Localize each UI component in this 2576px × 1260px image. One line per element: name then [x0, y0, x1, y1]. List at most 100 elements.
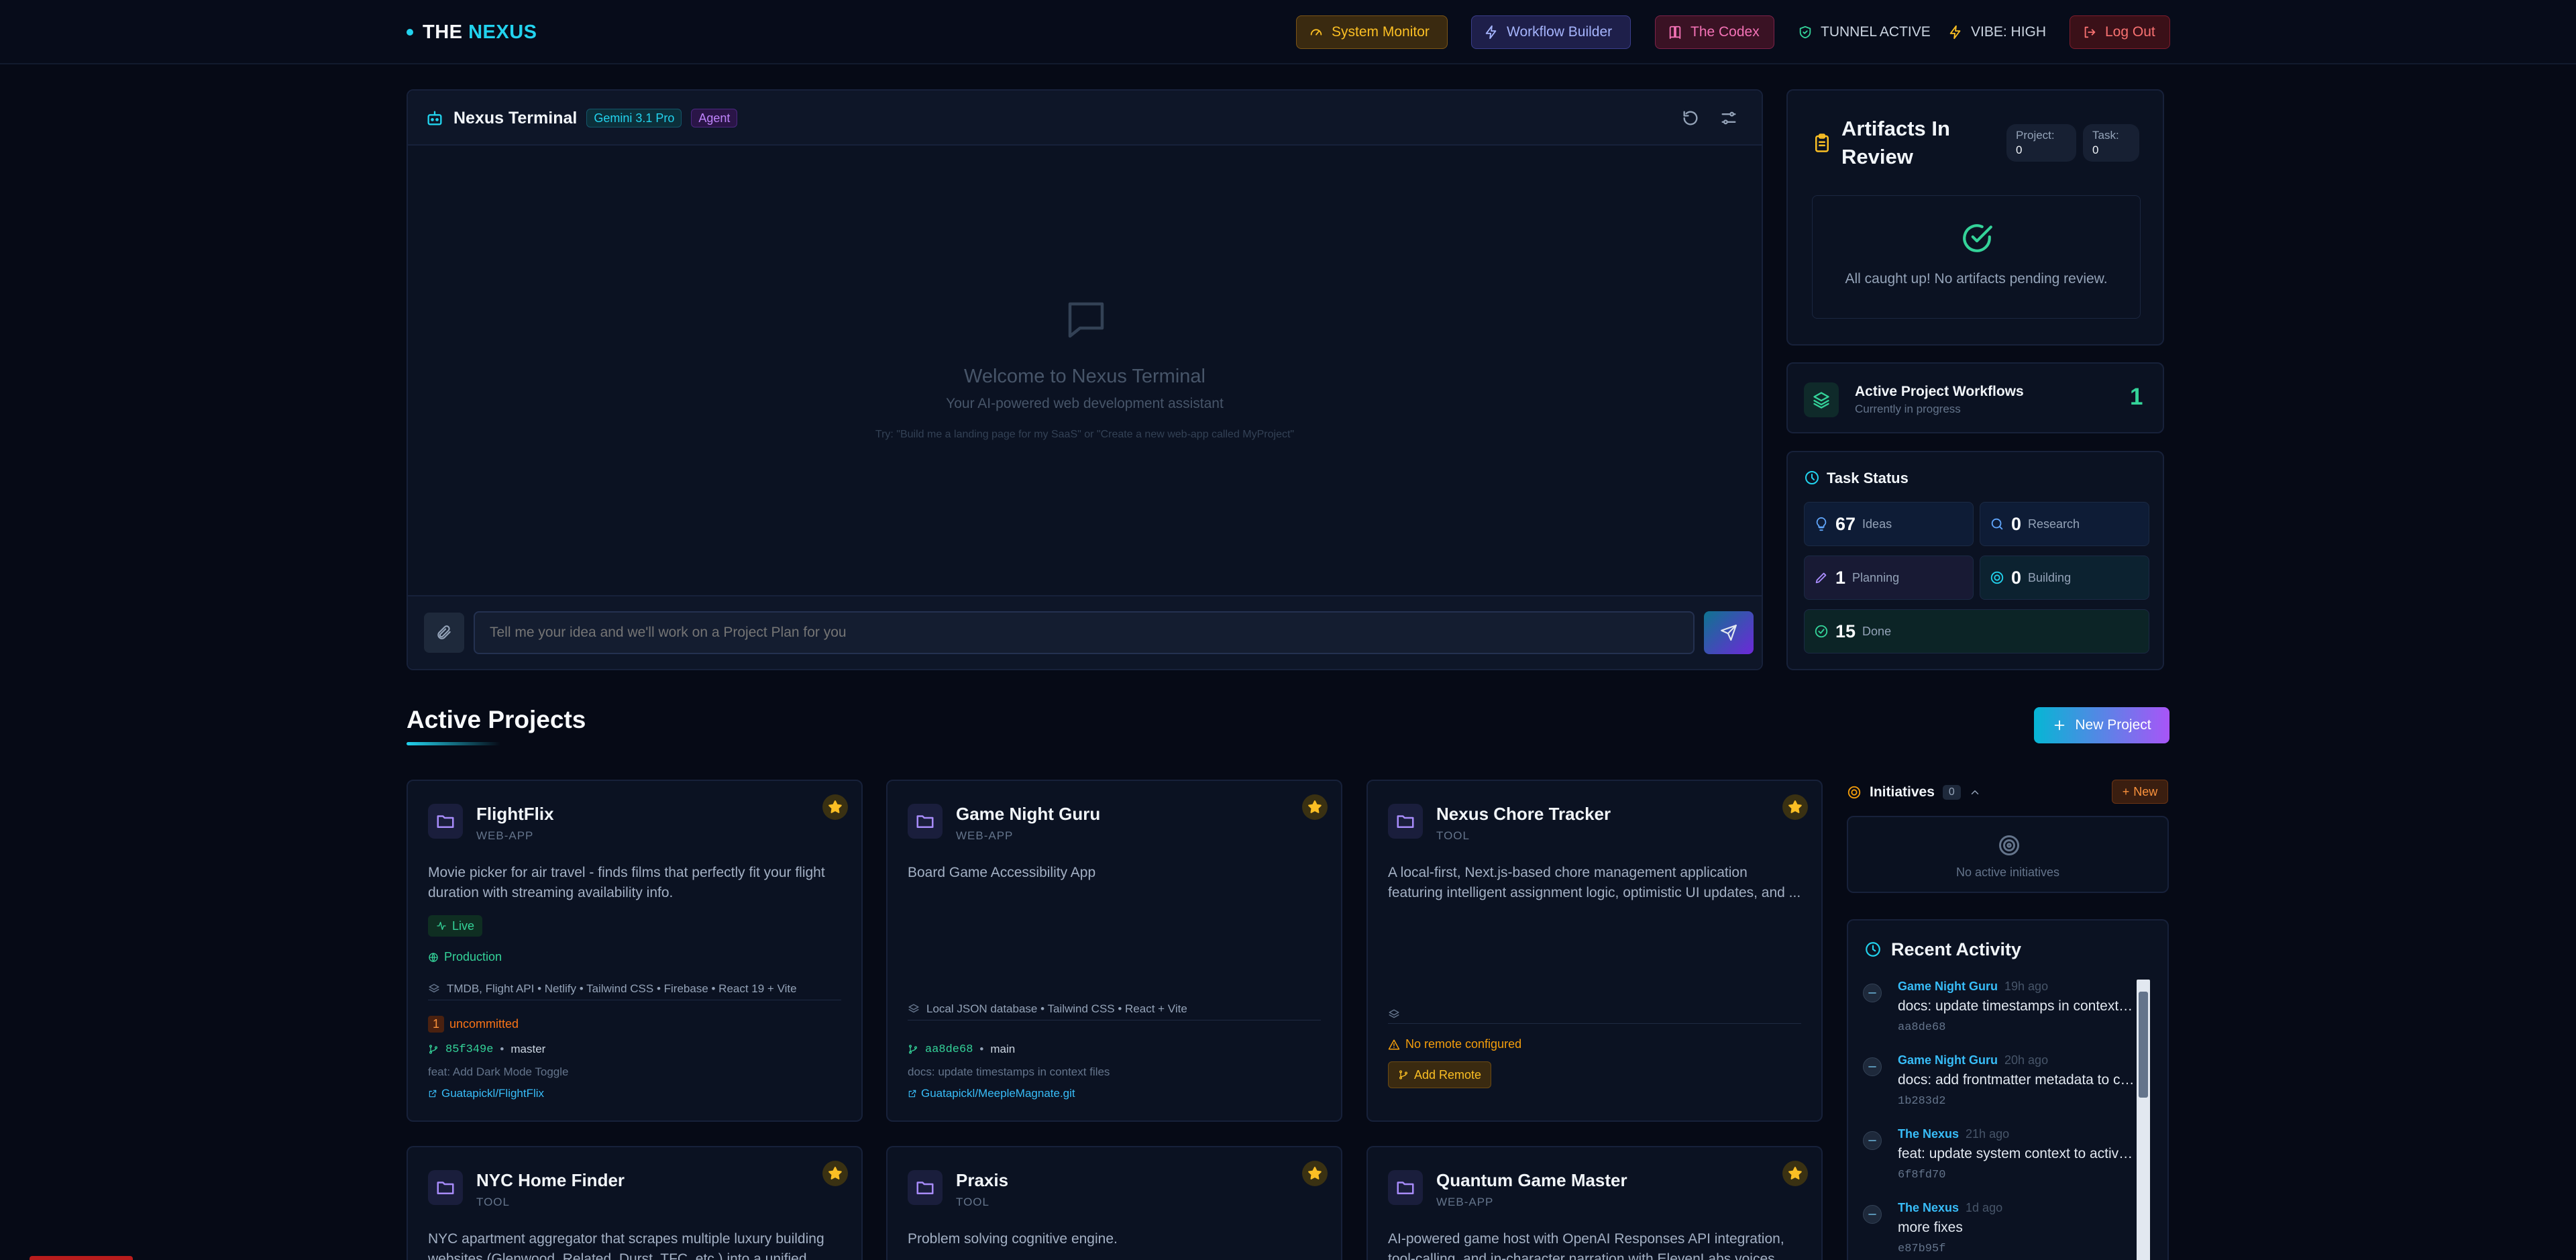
activity-message: feat: update system context to active st… — [1898, 1146, 2136, 1161]
brand-the: THE — [423, 21, 463, 43]
task-tile-planning[interactable]: 1 Planning — [1804, 556, 1974, 600]
brand-logo[interactable]: THE NEXUS — [407, 20, 537, 44]
last-commit-message: docs: update timestamps in context files — [908, 1065, 1110, 1078]
project-name[interactable]: Praxis — [956, 1170, 1008, 1191]
repo-link[interactable]: Guatapickl/FlightFlix — [428, 1087, 544, 1100]
favorite-star-button[interactable] — [1302, 1161, 1328, 1186]
activity-project[interactable]: Game Night Guru — [1898, 980, 1998, 993]
uncommitted-indicator[interactable]: 1 uncommitted — [428, 1016, 519, 1033]
task-status-panel: Task Status 67 Ideas 0 Research 1 Planni… — [1786, 451, 2164, 670]
terminal-input-bar — [408, 595, 1762, 669]
workflow-builder-button[interactable]: Workflow Builder — [1471, 15, 1631, 49]
initiatives-header[interactable]: Initiatives 0 — [1847, 781, 1981, 804]
project-name[interactable]: NYC Home Finder — [476, 1170, 625, 1191]
model-badge[interactable]: Gemini 3.1 Pro — [586, 109, 682, 127]
commit-sha[interactable]: 85f349e — [445, 1043, 493, 1056]
project-count-value: 0 — [2016, 144, 2023, 156]
task-tile-ideas[interactable]: 67 Ideas — [1804, 502, 1974, 546]
favorite-star-button[interactable] — [1782, 794, 1808, 820]
activity-item[interactable]: The Nexus 21h ago feat: update system con… — [1863, 1127, 2145, 1194]
activity-project[interactable]: The Nexus — [1898, 1201, 1959, 1214]
project-card-quantum-game-master[interactable]: Quantum Game Master WEB-APP AI-powered g… — [1366, 1146, 1823, 1260]
attach-button[interactable] — [424, 613, 464, 653]
activity-item[interactable]: Game Night Guru 20h ago docs: add frontma… — [1863, 1053, 2145, 1120]
bot-icon — [425, 109, 444, 127]
uncommitted-count: 1 — [428, 1016, 445, 1033]
activity-scrollbar[interactable] — [2137, 980, 2150, 1260]
target-icon — [1997, 833, 2021, 857]
chevron-up-icon[interactable] — [1969, 786, 1981, 798]
activity-project[interactable]: Game Night Guru — [1898, 1053, 1998, 1067]
task-count-chip[interactable]: Task: 0 — [2083, 124, 2139, 162]
star-icon — [827, 1165, 843, 1182]
git-branch-info: 85f349e • master — [428, 1043, 545, 1056]
activity-item[interactable]: The Nexus 1d ago more fixes e87b95f — [1863, 1201, 2145, 1260]
artifacts-review-panel: Artifacts In Review Project: 0 Task: 0 A… — [1786, 89, 2164, 346]
environment-label: Production — [444, 950, 502, 963]
codex-button[interactable]: The Codex — [1655, 15, 1774, 49]
repo-link[interactable]: Guatapickl/MeepleMagnate.git — [908, 1087, 1075, 1100]
tunnel-status-label: TUNNEL ACTIVE — [1821, 24, 1931, 40]
terminal-messages-area[interactable]: Welcome to Nexus Terminal Your AI-powere… — [408, 147, 1762, 596]
project-name[interactable]: Nexus Chore Tracker — [1436, 804, 1611, 825]
project-name[interactable]: Game Night Guru — [956, 804, 1100, 825]
favorite-star-button[interactable] — [1302, 794, 1328, 820]
favorite-star-button[interactable] — [822, 794, 848, 820]
new-initiative-button[interactable]: + New — [2112, 780, 2168, 804]
task-tile-research[interactable]: 0 Research — [1980, 502, 2149, 546]
done-label: Done — [1862, 624, 1892, 638]
send-button[interactable] — [1704, 611, 1754, 654]
active-workflows-panel[interactable]: Active Project Workflows Currently in pr… — [1786, 362, 2164, 433]
environment-link[interactable]: Production — [428, 950, 502, 964]
activity-sha: e87b95f — [1898, 1243, 1946, 1255]
system-monitor-label: System Monitor — [1332, 24, 1430, 40]
project-card-nyc-home-finder[interactable]: NYC Home Finder TOOL NYC apartment aggre… — [407, 1146, 863, 1260]
live-badge[interactable]: Live — [428, 915, 483, 937]
project-card-flightflix[interactable]: FlightFlix WEB-APP Movie picker for air … — [407, 780, 863, 1122]
tech-stack-text: Local JSON database • Tailwind CSS • Rea… — [926, 1002, 1187, 1015]
task-tile-building[interactable]: 0 Building — [1980, 556, 2149, 600]
folder-icon — [435, 1177, 455, 1198]
task-tile-done[interactable]: 15 Done — [1804, 609, 2149, 653]
no-remote-warning: No remote configured — [1388, 1037, 1521, 1051]
shield-check-icon — [1798, 25, 1813, 40]
tech-stack — [1388, 1005, 1801, 1024]
zap-icon — [1484, 25, 1499, 40]
favorite-star-button[interactable] — [1782, 1161, 1808, 1186]
project-card-nexus-chore-tracker[interactable]: Nexus Chore Tracker TOOL A local-first, … — [1366, 780, 1823, 1122]
commit-sha[interactable]: aa8de68 — [925, 1043, 973, 1056]
project-description: Problem solving cognitive engine. — [908, 1231, 1118, 1247]
add-remote-button[interactable]: Add Remote — [1388, 1061, 1492, 1088]
plus-icon — [2052, 718, 2067, 733]
refresh-icon[interactable] — [1681, 109, 1700, 127]
project-card-game-night-guru[interactable]: Game Night Guru WEB-APP Board Game Acces… — [886, 780, 1342, 1122]
git-branch-info: aa8de68 • main — [908, 1043, 1015, 1056]
project-name[interactable]: FlightFlix — [476, 804, 554, 825]
folder-icon-box — [1388, 804, 1423, 839]
tunnel-status: TUNNEL ACTIVE — [1798, 15, 1931, 49]
floating-indicator[interactable] — [30, 1256, 133, 1260]
project-name[interactable]: Quantum Game Master — [1436, 1170, 1627, 1191]
logout-button[interactable]: Log Out — [2070, 15, 2170, 49]
agent-mode-badge[interactable]: Agent — [691, 109, 738, 127]
project-count-chip[interactable]: Project: 0 — [2006, 124, 2076, 162]
folder-icon — [915, 811, 935, 831]
commit-dot — [1863, 984, 1882, 1002]
terminal-prompt-input[interactable] — [474, 611, 1695, 654]
scrollbar-thumb[interactable] — [2139, 992, 2148, 1098]
target-icon — [1990, 570, 2004, 585]
separator-dot: • — [500, 1043, 504, 1055]
activity-item[interactable]: Game Night Guru 19h ago docs: update time… — [1863, 980, 2145, 1047]
layers-icon — [428, 983, 440, 995]
welcome-hint: Try: "Build me a landing page for my Saa… — [875, 429, 1295, 440]
favorite-star-button[interactable] — [822, 1161, 848, 1186]
branch-name: master — [511, 1043, 546, 1055]
artifacts-empty-text: All caught up! No artifacts pending revi… — [1845, 271, 2108, 286]
settings-sliders-icon[interactable] — [1719, 109, 1738, 127]
project-card-praxis[interactable]: Praxis TOOL Problem solving cognitive en… — [886, 1146, 1342, 1260]
new-project-button[interactable]: New Project — [2034, 707, 2169, 743]
activity-project[interactable]: The Nexus — [1898, 1127, 1959, 1141]
paperclip-icon — [435, 624, 453, 641]
system-monitor-button[interactable]: System Monitor — [1296, 15, 1448, 49]
workflows-title: Active Project Workflows — [1855, 384, 2024, 399]
